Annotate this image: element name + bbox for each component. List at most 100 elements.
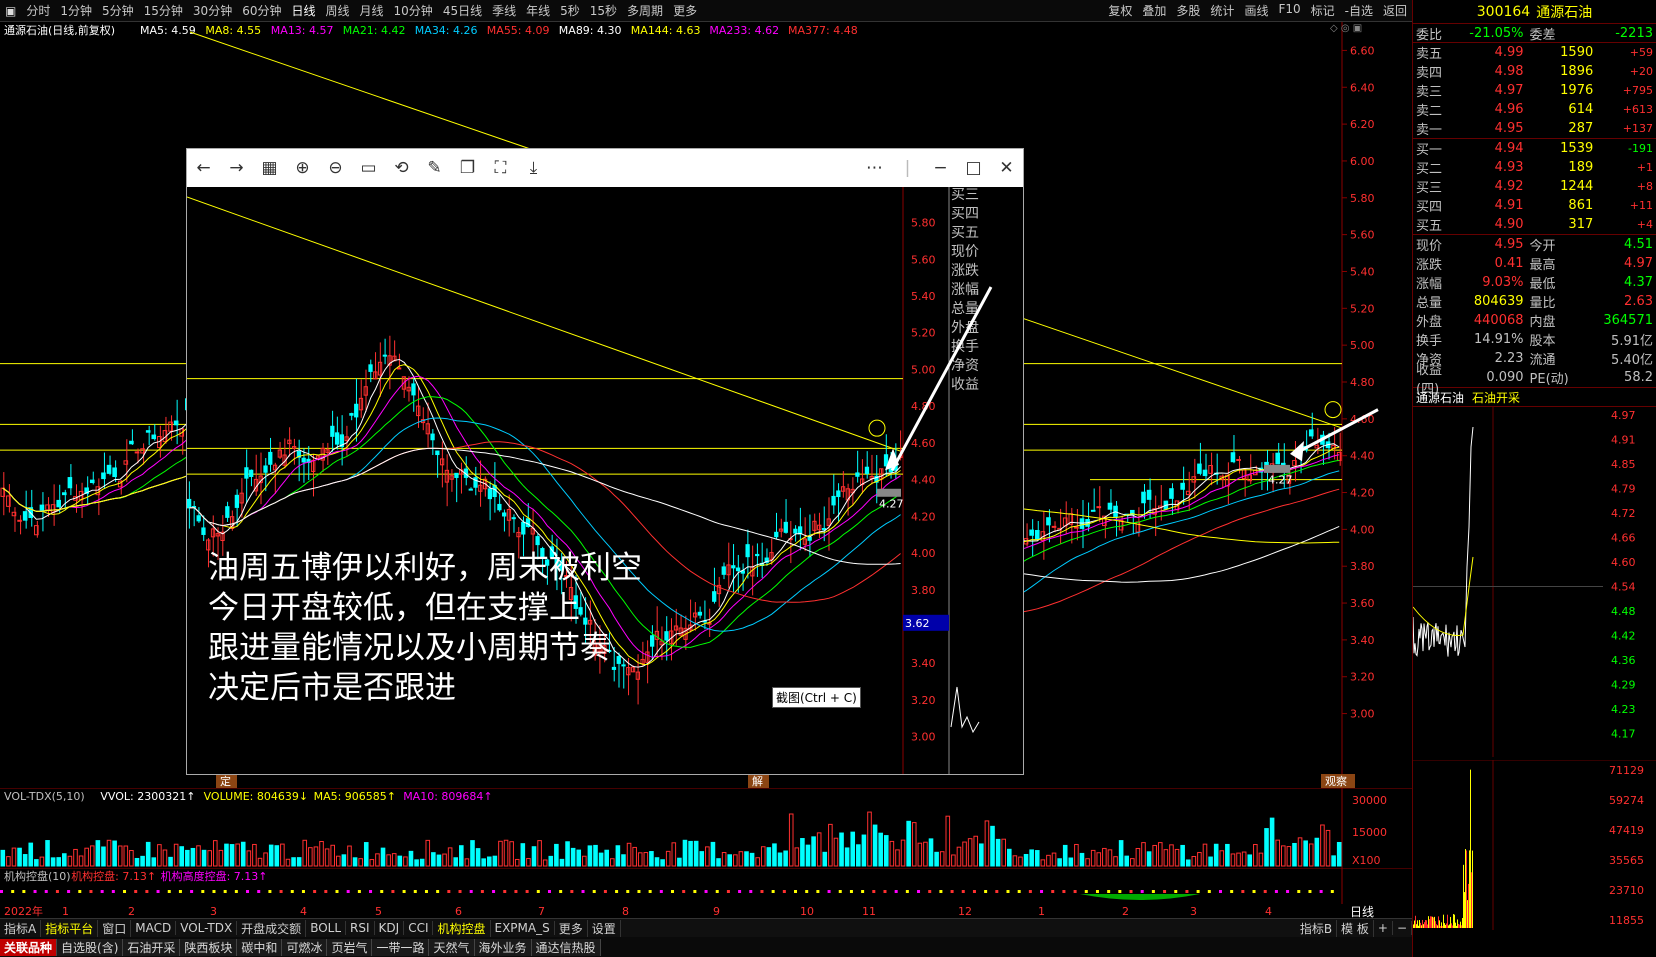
ctrl-mark xyxy=(525,890,529,893)
tab-right-0[interactable]: 指标B xyxy=(1296,919,1338,937)
ctrl-mark xyxy=(335,890,339,893)
block-6[interactable]: 页岩气 xyxy=(327,938,373,956)
volume-bar xyxy=(274,845,280,867)
tab-11[interactable]: EXPMA_S xyxy=(491,921,555,935)
tab-4[interactable]: VOL-TDX xyxy=(176,921,238,935)
period-5[interactable]: 60分钟 xyxy=(237,2,286,19)
rotate-icon[interactable]: ⟲ xyxy=(385,158,418,178)
date-tick-4: 4 xyxy=(300,904,307,918)
block-0[interactable]: 关联品种 xyxy=(0,938,58,956)
intraday-chart[interactable]: 4.97 4.91 4.85 4.79 4.72 4.66 4.60 4.54 4.48 4.42… xyxy=(1412,407,1656,757)
period-15[interactable]: 多周期 xyxy=(622,2,668,19)
period-label[interactable]: 日线 xyxy=(1350,903,1374,920)
toolbar-action-4[interactable]: 画线 xyxy=(1239,2,1273,19)
volume-bar xyxy=(1146,851,1152,867)
tab-8[interactable]: KDJ xyxy=(375,921,405,935)
tab-5[interactable]: 开盘成交额 xyxy=(237,919,307,937)
period-14[interactable]: 15秒 xyxy=(585,2,622,19)
period-0[interactable]: 分时 xyxy=(21,2,55,19)
maximize-icon[interactable]: □ xyxy=(957,158,990,178)
period-3[interactable]: 15分钟 xyxy=(139,2,188,19)
zoom-in-icon[interactable]: ⊕ xyxy=(286,158,319,178)
scan-icon[interactable]: ⛶ xyxy=(484,158,517,178)
volume-bar xyxy=(805,844,811,867)
period-6[interactable]: 日线 xyxy=(286,2,320,19)
more-icon[interactable]: ⋯ xyxy=(858,158,891,178)
period-13[interactable]: 5秒 xyxy=(555,2,585,19)
volume-bar xyxy=(883,835,889,867)
block-1[interactable]: 自选股(含) xyxy=(57,938,124,956)
tab-2[interactable]: 窗口 xyxy=(98,919,132,937)
tab-0[interactable]: 指标A xyxy=(0,919,42,937)
fit-icon[interactable]: ▭ xyxy=(352,158,385,178)
tab-3[interactable]: MACD xyxy=(131,921,177,935)
tab-9[interactable]: CCI xyxy=(404,921,434,935)
tab-10[interactable]: 机构控盘 xyxy=(433,919,491,937)
block-4[interactable]: 碳中和 xyxy=(237,938,283,956)
event-marker[interactable]: 观察 xyxy=(1325,774,1347,788)
ctrl-mark xyxy=(861,890,865,893)
block-9[interactable]: 海外业务 xyxy=(474,938,532,956)
tab-7[interactable]: RSI xyxy=(346,921,375,935)
toolbar-actions: 复权 叠加 多股 统计 画线 F10 标记 -自选 返回 xyxy=(1103,2,1412,19)
back-icon[interactable]: ← xyxy=(187,158,220,178)
ctrl-mark xyxy=(570,890,574,893)
volume-bar xyxy=(0,849,6,867)
tab-13[interactable]: 设置 xyxy=(588,919,621,937)
period-8[interactable]: 月线 xyxy=(355,2,389,19)
tab-6[interactable]: BOLL xyxy=(306,921,347,935)
close-icon[interactable]: ✕ xyxy=(990,158,1023,178)
tab-right-1[interactable]: 模 板 xyxy=(1337,919,1374,937)
period-16[interactable]: 更多 xyxy=(668,2,702,19)
toolbar-action-2[interactable]: 多股 xyxy=(1171,2,1205,19)
toolbar-action-5[interactable]: F10 xyxy=(1273,2,1305,19)
y-tick: 4.40 xyxy=(1350,450,1375,463)
block-2[interactable]: 石油开采 xyxy=(123,938,181,956)
grid-icon[interactable]: ▦ xyxy=(253,158,286,178)
tab-12[interactable]: 更多 xyxy=(555,919,588,937)
toolbar-action-3[interactable]: 统计 xyxy=(1205,2,1239,19)
period-12[interactable]: 年线 xyxy=(521,2,555,19)
minimize-icon[interactable]: − xyxy=(924,158,957,178)
block-8[interactable]: 天然气 xyxy=(429,938,475,956)
menu-icon[interactable]: ▣ xyxy=(0,4,21,18)
chart-settings-icon[interactable]: ◇ ◎ ▣ xyxy=(1330,23,1362,34)
ctrl-mark xyxy=(324,890,328,893)
period-11[interactable]: 季线 xyxy=(487,2,521,19)
volume-bar xyxy=(1007,848,1012,867)
ctrl-mark xyxy=(1040,890,1044,893)
toolbar-action-7[interactable]: -自选 xyxy=(1340,2,1378,19)
tab-1[interactable]: 指标平台 xyxy=(41,919,99,937)
download-icon[interactable]: ⤓ xyxy=(517,158,550,178)
edit-icon[interactable]: ✎ xyxy=(418,158,451,178)
ov-candle xyxy=(411,383,416,396)
tvol-bar xyxy=(1465,849,1466,928)
tab-right-3[interactable]: − xyxy=(1393,921,1412,935)
ov-candle xyxy=(454,472,459,478)
toolbar-action-0[interactable]: 复权 xyxy=(1103,2,1137,19)
tvol-bar xyxy=(1446,923,1447,928)
copy-icon[interactable]: ❐ xyxy=(451,158,484,178)
forward-icon[interactable]: → xyxy=(220,158,253,178)
block-3[interactable]: 陕西板块 xyxy=(180,938,238,956)
period-1[interactable]: 1分钟 xyxy=(55,2,97,19)
period-9[interactable]: 10分钟 xyxy=(389,2,438,19)
period-4[interactable]: 30分钟 xyxy=(188,2,237,19)
ctrl-mark xyxy=(44,890,48,893)
tab-right-2[interactable]: + xyxy=(1374,921,1393,935)
block-10[interactable]: 通达信热股 xyxy=(531,938,601,956)
period-10[interactable]: 45日线 xyxy=(438,2,487,19)
control-panel[interactable]: 机构控盘(10) 机构控盘: 7.13↑ 机构高度控盘: 7.13↑ xyxy=(0,868,1412,904)
block-7[interactable]: 一带一路 xyxy=(372,938,430,956)
toolbar-action-8[interactable]: 返回 xyxy=(1378,2,1412,19)
volume-bar xyxy=(1029,849,1034,867)
ctrl-mark xyxy=(939,890,943,893)
zoom-out-icon[interactable]: ⊖ xyxy=(319,158,352,178)
toolbar-action-1[interactable]: 叠加 xyxy=(1137,2,1171,19)
tline-sector[interactable]: 石油开采 xyxy=(1472,389,1520,406)
period-7[interactable]: 周线 xyxy=(321,2,355,19)
volume-panel[interactable]: VOL-TDX(5,10) VVOL: 2300321↑ VOLUME: 80463… xyxy=(0,788,1412,868)
toolbar-action-6[interactable]: 标记 xyxy=(1306,2,1340,19)
block-5[interactable]: 可燃冰 xyxy=(282,938,328,956)
period-2[interactable]: 5分钟 xyxy=(97,2,139,19)
